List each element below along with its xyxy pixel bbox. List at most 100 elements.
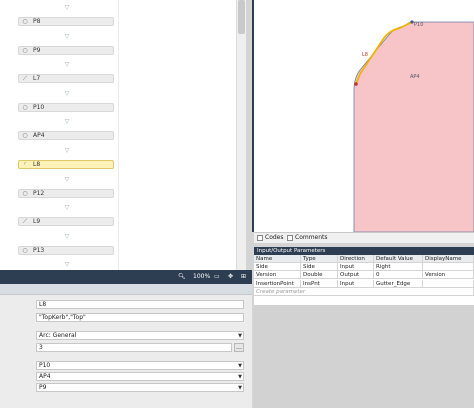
- create-parameter-row[interactable]: Create parameter: [254, 288, 474, 296]
- comments-checkbox[interactable]: [287, 235, 293, 241]
- properties-grid: L8 "TopKerb","Top" Arc: General ▼ 3 … P1…: [0, 284, 252, 408]
- flow-item-p10[interactable]: ○ P10: [18, 102, 114, 112]
- column-header[interactable]: Default Value: [374, 255, 423, 263]
- flow-item-label: L8: [33, 161, 41, 168]
- flow-item-p13[interactable]: ○ P13: [18, 245, 114, 255]
- arc-icon: ◜: [23, 161, 27, 168]
- flowchart-list: ○ P8 ▽ ○ P9 ▽ ⟋ L7 ▽ ○ P10 ▽ ○ AP4 ▽ ◜ L8 ▽ ○ P12 ▽ ⟋ L9 ▽ ○ P13 ▽…: [18, 0, 114, 270]
- flow-arrow-icon: ▽: [64, 32, 70, 40]
- prop-row-number: 3 …: [0, 343, 252, 353]
- flow-item-l8[interactable]: ◜ L8: [18, 160, 114, 169]
- column-header[interactable]: DisplayName: [423, 255, 474, 263]
- label-p10: P10: [414, 22, 423, 28]
- table-cell[interactable]: InsertionPoint: [254, 279, 301, 288]
- codes-checkbox[interactable]: [257, 235, 263, 241]
- table-cell[interactable]: Side: [254, 263, 301, 271]
- circle-icon: ○: [22, 189, 28, 197]
- flow-arrow-icon: ▽: [64, 61, 70, 69]
- table-cell[interactable]: InsPnt: [301, 279, 338, 288]
- table-cell[interactable]: Side: [301, 263, 338, 271]
- label-l8: L8: [362, 52, 368, 58]
- flow-item-l7[interactable]: ⟋ L7: [18, 74, 114, 84]
- table-cell[interactable]: 0: [374, 271, 423, 280]
- name-field[interactable]: L8: [36, 300, 244, 309]
- flow-item-p9[interactable]: ○ P9: [18, 45, 114, 55]
- flow-item-label: P10: [33, 103, 45, 111]
- column-header[interactable]: Type: [301, 255, 338, 263]
- circle-icon: ○: [22, 132, 28, 140]
- start-point-select[interactable]: P10 ▼: [36, 361, 244, 370]
- comments-label: Comments: [295, 234, 328, 241]
- flow-item-label: P13: [33, 246, 45, 254]
- flowchart-panel: ○ P8 ▽ ○ P9 ▽ ⟋ L7 ▽ ○ P10 ▽ ○ AP4 ▽ ◜ L8 ▽ ○ P12 ▽ ⟋ L9 ▽ ○ P13 ▽…: [0, 0, 246, 270]
- chevron-down-icon: ▼: [238, 385, 242, 391]
- label-ap4: AP4: [410, 74, 420, 80]
- circle-icon: ○: [22, 18, 28, 25]
- geometry-preview: P10 L8 AP4: [353, 20, 474, 232]
- empty-area: [254, 305, 474, 408]
- flow-item-p12[interactable]: ○ P12: [18, 188, 114, 198]
- number-field[interactable]: 3: [36, 343, 232, 352]
- center-point-value: AP4: [39, 373, 51, 380]
- table-cell[interactable]: [423, 279, 474, 288]
- center-point-select[interactable]: AP4 ▼: [36, 372, 244, 381]
- line-icon: ⟋: [22, 75, 28, 83]
- table-cell[interactable]: Version: [254, 271, 301, 280]
- chevron-down-icon: ▼: [238, 374, 242, 380]
- flow-arrow-icon: ▽: [64, 4, 70, 11]
- flow-item-p8[interactable]: ○ P8: [18, 17, 114, 26]
- column-divider: [118, 0, 119, 270]
- flowchart-vertical-scrollbar[interactable]: [236, 0, 246, 270]
- zoom-level: 100%: [193, 273, 211, 280]
- flow-item-label: P8: [33, 18, 41, 25]
- flow-arrow-icon: ▽: [64, 118, 70, 126]
- end-point-value: P9: [39, 384, 47, 391]
- preview-canvas[interactable]: P10 L8 AP4: [252, 0, 474, 232]
- io-parameters-table: Name Type Direction Default Value DisplayNam…: [254, 255, 474, 305]
- expand-icon[interactable]: ⊞: [241, 273, 246, 281]
- table-cell[interactable]: Double: [301, 271, 338, 280]
- prop-row-name: L8: [0, 300, 252, 310]
- fit-screen-icon[interactable]: ▭: [214, 273, 220, 281]
- flow-item-label: P12: [33, 189, 45, 197]
- properties-header: [0, 284, 252, 295]
- magnifier-icon[interactable]: 🔍︎: [178, 273, 186, 281]
- prop-row-codes: "TopKerb","Top": [0, 313, 252, 323]
- table-cell[interactable]: [423, 263, 474, 271]
- circle-icon: ○: [22, 46, 28, 54]
- flow-arrow-icon: ▽: [64, 175, 70, 183]
- prop-row-center-point: AP4 ▼: [0, 372, 252, 382]
- table-cell[interactable]: Version: [423, 271, 474, 280]
- pan-icon[interactable]: ✥: [228, 273, 233, 281]
- flow-item-label: P9: [33, 46, 41, 54]
- prop-row-end-point: P9 ▼: [0, 383, 252, 393]
- circle-icon: ○: [22, 246, 28, 254]
- column-header[interactable]: Name: [254, 255, 301, 263]
- flow-item-ap4[interactable]: ○ AP4: [18, 131, 114, 141]
- flow-item-label: AP4: [33, 132, 45, 140]
- codes-field[interactable]: "TopKerb","Top": [36, 313, 244, 322]
- point-marker[interactable]: [354, 82, 358, 86]
- flow-item-label: L7: [33, 75, 41, 83]
- codes-comments-bar: Codes Comments: [254, 232, 474, 243]
- type-select[interactable]: Arc: General ▼: [36, 331, 244, 340]
- scrollbar-thumb[interactable]: [238, 0, 245, 34]
- stepper-button[interactable]: …: [234, 343, 244, 352]
- type-select-value: Arc: General: [39, 332, 77, 339]
- codes-label: Codes: [265, 234, 284, 241]
- table-cell[interactable]: Gutter_Edge: [374, 279, 423, 288]
- table-cell[interactable]: Input: [338, 279, 374, 288]
- table-cell[interactable]: Input: [338, 263, 374, 271]
- flow-arrow-icon: ▽: [64, 147, 70, 154]
- flow-item-label: L9: [33, 218, 41, 226]
- end-point-select[interactable]: P9 ▼: [36, 383, 244, 392]
- flow-arrow-icon: ▽: [64, 261, 70, 269]
- column-header[interactable]: Direction: [338, 255, 374, 263]
- table-cell[interactable]: Output: [338, 271, 374, 280]
- circle-icon: ○: [22, 103, 28, 111]
- table-cell[interactable]: Right: [374, 263, 423, 271]
- flow-item-l9[interactable]: ⟋ L9: [18, 217, 114, 227]
- prop-row-start-point: P10 ▼: [0, 361, 252, 371]
- line-icon: ⟋: [22, 218, 28, 226]
- start-point-value: P10: [39, 362, 51, 369]
